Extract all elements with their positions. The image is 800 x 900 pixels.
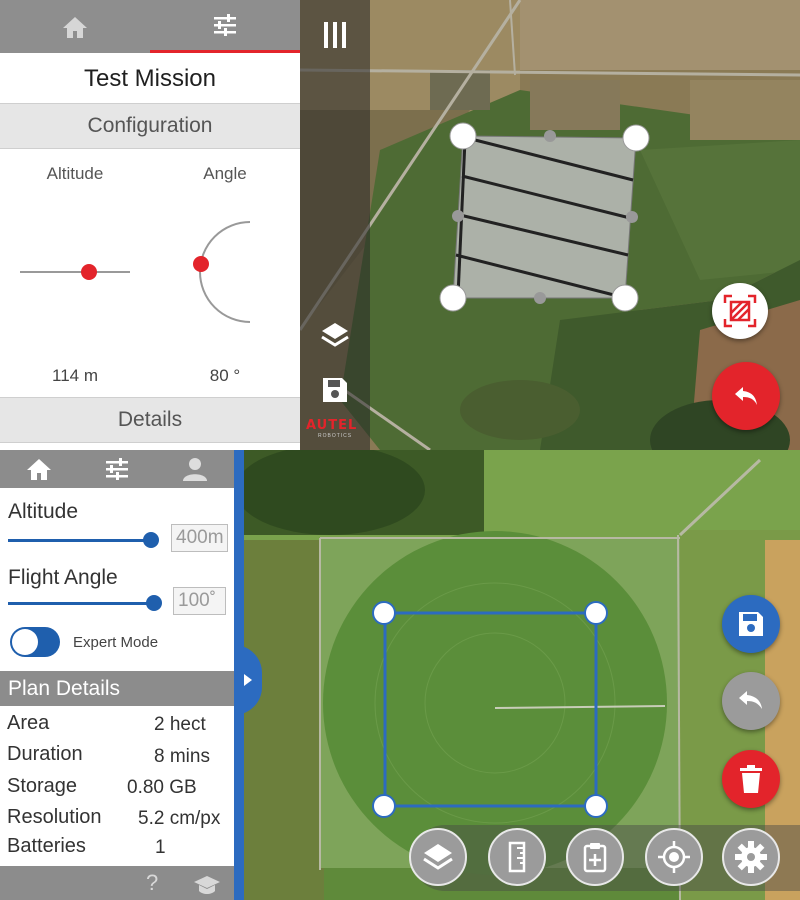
sidebar-footer: ? xyxy=(0,866,234,900)
bottom-panel: Altitude 400m Flight Angle 100˚ Expert M… xyxy=(0,450,800,900)
mission-title: Test Mission xyxy=(83,65,217,92)
storage-value: 0.80 GB xyxy=(127,777,197,798)
resolution-label: Resolution xyxy=(7,806,102,828)
clipboard-plus-icon xyxy=(583,843,607,873)
expert-mode-toggle[interactable] xyxy=(10,627,60,657)
undo-button[interactable] xyxy=(722,672,780,730)
tab-settings[interactable] xyxy=(150,0,300,53)
select-area-button[interactable] xyxy=(712,283,768,339)
duration-value: 8 mins xyxy=(154,746,210,767)
duration-label: Duration xyxy=(7,743,83,765)
menu-icon[interactable] xyxy=(315,15,355,55)
ruler-icon xyxy=(508,841,526,873)
plan-details-header: Plan Details xyxy=(0,671,234,706)
mission-sidebar: Test Mission Configuration Altitude Angl… xyxy=(0,0,300,450)
chevron-right-icon xyxy=(244,674,252,686)
save-icon xyxy=(739,612,763,636)
home-icon xyxy=(63,16,87,38)
settings-button[interactable] xyxy=(722,828,780,886)
target-icon xyxy=(658,841,690,873)
save-plan-button[interactable] xyxy=(722,595,780,653)
sliders-icon xyxy=(106,458,128,480)
trash-icon xyxy=(740,765,762,793)
home-icon xyxy=(27,459,51,480)
angle-dial[interactable] xyxy=(190,215,260,330)
layers-button[interactable] xyxy=(409,828,467,886)
area-value: 2 hect xyxy=(154,714,206,735)
sidebar-tabs xyxy=(0,0,300,53)
save-icon[interactable] xyxy=(315,370,355,410)
altitude-value: 114 m xyxy=(52,366,98,385)
flight-angle-slider-track xyxy=(8,602,153,605)
layers-icon[interactable] xyxy=(315,315,355,355)
storage-label: Storage xyxy=(7,775,78,797)
altitude-slider-track xyxy=(20,271,130,273)
help-icon[interactable]: ? xyxy=(146,870,158,896)
undo-icon xyxy=(739,691,762,709)
delete-button[interactable] xyxy=(722,750,780,808)
altitude-label: Altitude xyxy=(46,164,104,183)
flight-angle-label: Flight Angle xyxy=(8,566,118,589)
brand-subtitle: ROBOTICS xyxy=(318,433,353,439)
gear-icon xyxy=(735,841,767,873)
user-icon xyxy=(183,458,207,481)
locate-button[interactable] xyxy=(645,828,703,886)
configuration-header[interactable]: Configuration xyxy=(0,103,300,149)
flight-angle-slider-knob[interactable] xyxy=(146,595,162,611)
batteries-value: 1 xyxy=(155,837,166,858)
sliders-icon xyxy=(214,14,236,36)
altitude-label: Altitude xyxy=(8,500,79,523)
brand-logo: AUTEL xyxy=(306,418,358,433)
altitude-slider-knob[interactable] xyxy=(81,264,97,280)
angle-value: 80 ° xyxy=(209,366,241,385)
tab-settings[interactable] xyxy=(78,450,156,488)
flight-angle-value-field[interactable]: 100˚ xyxy=(173,587,226,615)
tool-strip xyxy=(300,0,370,450)
layers-icon xyxy=(423,844,453,870)
graduation-cap-icon[interactable] xyxy=(193,874,221,896)
measure-button[interactable] xyxy=(488,828,546,886)
top-panel: AUTEL ROBOTICS Test Mission Configuratio… xyxy=(0,0,800,450)
batteries-label: Batteries xyxy=(7,835,86,857)
altitude-slider-track xyxy=(8,539,150,542)
back-button[interactable] xyxy=(712,362,780,430)
tab-profile[interactable] xyxy=(156,450,234,488)
tab-home[interactable] xyxy=(0,0,150,53)
details-header[interactable]: Details xyxy=(0,397,300,443)
expert-mode-label: Expert Mode xyxy=(73,634,159,651)
angle-label: Angle xyxy=(203,164,247,183)
tab-home[interactable] xyxy=(0,450,78,488)
back-arrow-icon xyxy=(735,387,757,405)
area-label: Area xyxy=(7,712,50,734)
sidebar-tabs xyxy=(0,450,234,488)
altitude-slider-knob[interactable] xyxy=(143,532,159,548)
plan-sidebar: Altitude 400m Flight Angle 100˚ Expert M… xyxy=(0,450,234,900)
toggle-knob xyxy=(12,629,38,655)
resolution-value: 5.2 cm/px xyxy=(138,808,221,829)
altitude-value-field[interactable]: 400m xyxy=(171,524,228,552)
add-mission-button[interactable] xyxy=(566,828,624,886)
select-area-icon xyxy=(723,294,757,328)
